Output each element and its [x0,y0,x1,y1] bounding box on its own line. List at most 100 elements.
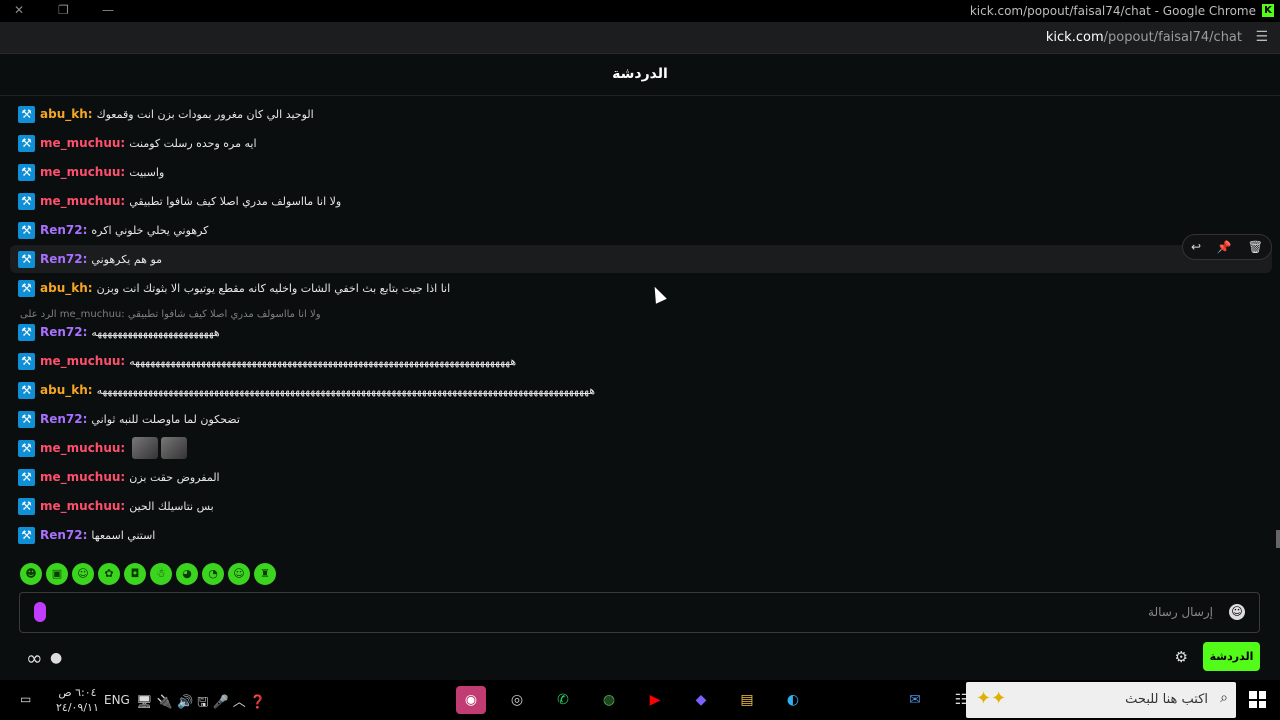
quick-emote-icon[interactable]: ▣ [46,563,68,585]
chat-footer: ∞ ● ⚙ الدردشة [0,640,1280,680]
moderator-badge-icon[interactable]: ⚒ [18,497,35,515]
infinity-icon[interactable]: ∞ [26,646,43,670]
message-actions: ↩ 📌 🗑 [1182,234,1272,260]
chat-message[interactable]: ⚒ abu_kh: هههههههههههههههههههههههههههههههه… [10,376,1272,404]
chat-message[interactable]: ⚒ abu_kh: انا اذا جيت بتابع بث اخفي الشات … [10,274,1272,302]
moderator-badge-icon[interactable]: ⚒ [18,134,35,152]
quick-emote-icon[interactable]: ♜ [254,563,276,585]
moderator-badge-icon[interactable]: ⚒ [18,352,35,370]
moderator-badge-icon[interactable]: ⚒ [18,323,35,341]
emoji-picker-icon[interactable]: ☺ [1229,604,1245,620]
chat-message[interactable]: ⚒ abu_kh: الوحيد الي كان مغرور بمودات بزن … [10,100,1272,128]
scrollbar-thumb[interactable] [1276,530,1280,548]
quick-emote-icon[interactable]: ◘ [124,563,146,585]
chat-scrollbar[interactable] [1276,98,1280,578]
chat-input-placeholder: إرسال رسالة [1148,605,1213,619]
chat-message[interactable]: ⚒ me_muchuu: ايه مره وحده رسلت كومنت [10,129,1272,157]
chat-username[interactable]: me_muchuu: [40,441,125,455]
site-settings-icon[interactable]: ☰ [1255,29,1268,45]
chat-message[interactable]: ⚒ Ren72: مو هم يكرهوني [10,245,1272,273]
chat-username[interactable]: me_muchuu: [40,354,125,368]
browser-title-bar: ✕ ❐ — kick.com/popout/faisal74/chat - Go… [0,0,1280,22]
clock-date: ٢٤/٠٩/١١ [56,701,99,714]
moderator-badge-icon[interactable]: ⚒ [18,163,35,181]
dots-icon[interactable]: ● [50,650,62,666]
tray-icons[interactable]: 🖥 🔌 🔊 🖫 🎤 ︿ ❓ [136,691,266,715]
reply-icon[interactable]: ↩ [1191,240,1201,254]
search-icon: ⌕ [1220,690,1228,706]
address-bar[interactable]: kick.com/popout/faisal74/chat ☰ [0,22,1280,54]
chat-username[interactable]: abu_kh: [40,281,93,295]
chrome-app-icon[interactable]: ◍ [594,686,624,714]
microphone-icon[interactable] [34,602,46,622]
moderator-badge-icon[interactable]: ⚒ [18,192,35,210]
chat-header: الدردشة [0,54,1280,96]
language-indicator[interactable]: ENG [104,693,130,707]
discord-app-icon[interactable]: ◉ [456,686,486,714]
youtube-app-icon[interactable]: ▶ [640,686,670,714]
send-chat-button[interactable]: الدردشة [1203,642,1260,671]
quick-emote-icon[interactable]: ✿ [98,563,120,585]
chat-message[interactable]: ⚒ Ren72: كرهوني يحلي خلوني اكره [10,216,1272,244]
chat-username[interactable]: me_muchuu: [40,136,125,150]
chat-username[interactable]: Ren72: [40,223,87,237]
moderator-badge-icon[interactable]: ⚒ [18,250,35,268]
chat-username[interactable]: abu_kh: [40,107,93,121]
outlook-app-icon[interactable]: ✉ [900,686,930,714]
chat-message[interactable]: ⚒ me_muchuu: واسبيت [10,158,1272,186]
chat-message[interactable]: ⚒ me_muchuu: المفروض حقت بزن [10,463,1272,491]
chat-username[interactable]: me_muchuu: [40,470,125,484]
moderator-badge-icon[interactable]: ⚒ [18,468,35,486]
moderator-badge-icon[interactable]: ⚒ [18,221,35,239]
quick-emote-icon[interactable]: ☻ [20,563,42,585]
chat-username[interactable]: Ren72: [40,252,87,266]
moderator-badge-icon[interactable]: ⚒ [18,439,35,457]
whatsapp-app-icon[interactable]: ✆ [548,686,578,714]
edge-app-icon[interactable]: ◐ [778,686,808,714]
moderator-badge-icon[interactable]: ⚒ [18,526,35,544]
taskbar-search[interactable]: ✦✦ اكتب هنا للبحث ⌕ [966,682,1236,718]
chat-message[interactable]: ⚒ me_muchuu: بس نتاسيلك الحين [10,492,1272,520]
moderator-badge-icon[interactable]: ⚒ [18,279,35,297]
chat-message-text: انا اذا جيت بتابع بث اخفي الشات واخليه ك… [96,281,451,295]
chat-input[interactable]: إرسال رسالة ☺ [19,592,1260,633]
quick-emote-icon[interactable]: ☃ [150,563,172,585]
obs-app-icon[interactable]: ◎ [502,686,532,714]
chat-message[interactable]: ⚒ me_muchuu: ولا انا مااسولف مدري اصلا كيف… [10,187,1272,215]
minimize-window-icon[interactable]: — [102,3,114,17]
chat-message-text: كرهوني يحلي خلوني اكره [91,223,209,237]
chat-message[interactable]: ⚒ Ren72: تضحكون لما ماوصلت للنبه ثواني [10,405,1272,433]
gear-icon[interactable]: ⚙ [1175,648,1188,666]
moderator-badge-icon[interactable]: ⚒ [18,381,35,399]
m365-app-icon[interactable]: ◆ [686,686,716,714]
chat-message-text: المفروض حقت بزن [129,470,220,484]
quick-emote-icon[interactable]: ☺ [72,563,94,585]
chat-username[interactable]: me_muchuu: [40,194,125,208]
chat-username[interactable]: Ren72: [40,528,87,542]
pin-icon[interactable]: 📌 [1217,240,1232,254]
chat-message-text: بس نتاسيلك الحين [129,499,214,513]
quick-emote-icon[interactable]: ◕ [176,563,198,585]
chat-message-text: واسبيت [129,165,165,179]
quick-emote-icon[interactable]: ◔ [202,563,224,585]
chat-username[interactable]: me_muchuu: [40,165,125,179]
chat-username[interactable]: Ren72: [40,325,87,339]
file-explorer-app-icon[interactable]: ▤ [732,686,762,714]
chat-message[interactable]: ⚒ Ren72: استني اسمعها [10,521,1272,549]
moderator-badge-icon[interactable]: ⚒ [18,105,35,123]
chat-message[interactable]: ⚒ me_muchuu: [10,434,1272,462]
chat-message[interactable]: ⚒ Ren72: ههههههههههههههههههههههههه [10,318,1272,346]
chat-username[interactable]: me_muchuu: [40,499,125,513]
windows-start-icon[interactable] [1249,691,1266,708]
delete-icon[interactable]: 🗑 [1248,240,1263,254]
restore-window-icon[interactable]: ❐ [58,3,69,17]
quick-emote-icon[interactable]: ☺ [228,563,250,585]
chat-username[interactable]: abu_kh: [40,383,93,397]
moderator-badge-icon[interactable]: ⚒ [18,410,35,428]
chat-message[interactable]: ⚒ me_muchuu: ههههههههههههههههههههههههههههه… [10,347,1272,375]
clock[interactable]: ٦:٠٤ ص ٢٤/٠٩/١١ [56,685,99,715]
chat-username[interactable]: Ren72: [40,412,87,426]
url-text[interactable]: kick.com/popout/faisal74/chat [1046,30,1242,45]
notification-icon[interactable]: ▭ [20,692,31,706]
close-window-icon[interactable]: ✕ [14,3,24,17]
